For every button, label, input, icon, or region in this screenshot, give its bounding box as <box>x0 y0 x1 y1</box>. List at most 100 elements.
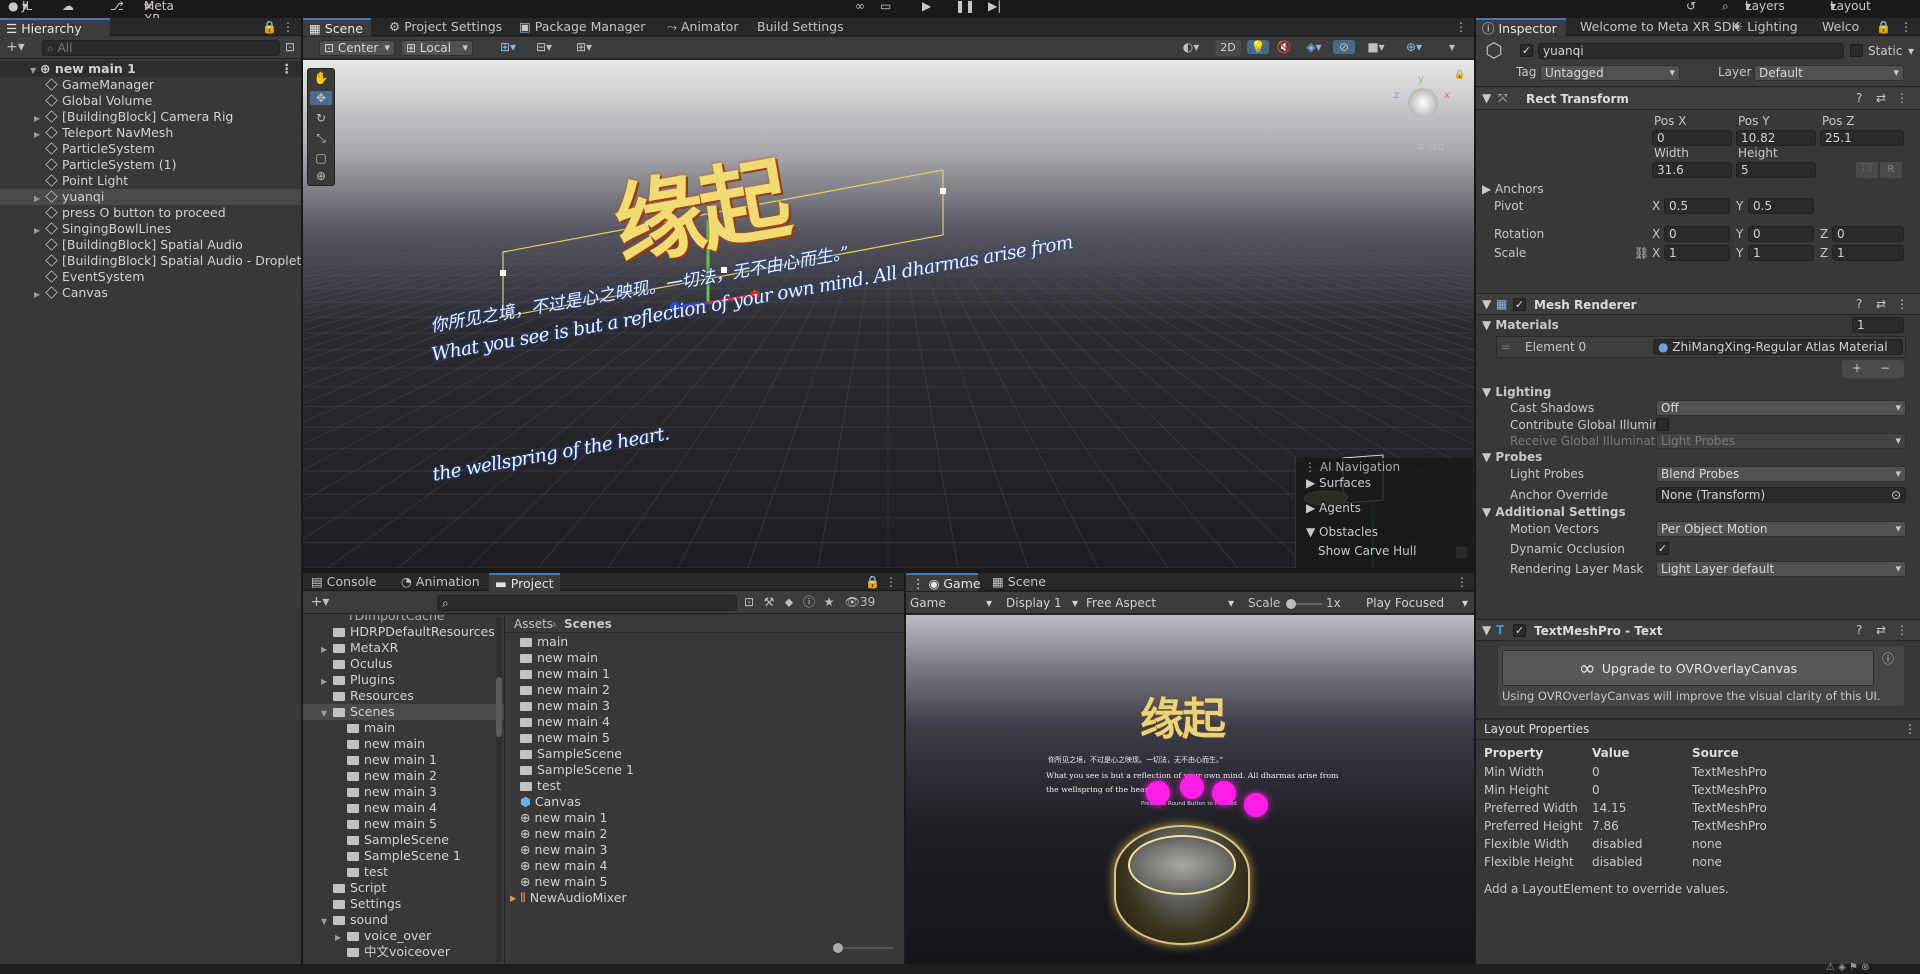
rotation-y-input[interactable]: 0 <box>1748 226 1814 242</box>
width-input[interactable]: 31.6 <box>1652 162 1732 178</box>
project-tree-item[interactable]: 中文voiceover <box>303 944 504 960</box>
play-icon[interactable]: ▶ <box>922 0 931 13</box>
rotation-z-input[interactable]: 0 <box>1832 226 1904 242</box>
project-file-item[interactable]: new main 4 <box>506 714 904 730</box>
ai-nav-agents[interactable]: ▶ Agents <box>1306 501 1361 516</box>
object-picker-icon[interactable]: ⊙ <box>1891 488 1901 502</box>
project-tree-item[interactable]: new main <box>303 736 504 752</box>
motion-vectors-dropdown[interactable]: Per Object Motion <box>1656 521 1906 537</box>
camera-icon[interactable]: ■▾ <box>1361 40 1391 54</box>
project-file-item[interactable]: SampleScene <box>506 746 904 762</box>
project-file-item[interactable]: new main <box>506 650 904 666</box>
project-file-item[interactable]: new main 5 <box>506 730 904 746</box>
tab-scene[interactable]: ▦ Scene <box>303 18 371 36</box>
project-tree-item[interactable]: main <box>303 720 504 736</box>
project-file-item[interactable]: main <box>506 634 904 650</box>
tree-scrollbar[interactable] <box>496 617 502 962</box>
project-file-item[interactable]: ⬢ Canvas <box>506 794 904 810</box>
hierarchy-item[interactable]: ▶ Canvas <box>0 285 301 301</box>
scale-tool-icon[interactable]: ⤡ <box>310 131 332 145</box>
materials-count-input[interactable]: 1 <box>1852 317 1904 333</box>
scale-z-input[interactable]: 1 <box>1832 245 1904 261</box>
create-icon[interactable]: +▾ <box>309 595 331 609</box>
presets-icon[interactable]: ⇄ <box>1876 297 1886 312</box>
move-tool-icon[interactable]: ✥ <box>310 91 332 105</box>
rect-tool-icon[interactable]: ▢ <box>310 151 332 165</box>
active-checkbox[interactable]: ✓ <box>1520 44 1533 57</box>
project-file-item[interactable]: ⊕ new main 4 <box>506 858 904 874</box>
cloud-icon[interactable]: ☁ <box>62 0 74 13</box>
history-icon[interactable]: ↺ <box>1686 0 1696 13</box>
round-button[interactable] <box>1128 835 1236 895</box>
expand-icon[interactable]: ▶ <box>34 287 44 303</box>
hierarchy-item[interactable]: Point Light <box>0 173 301 189</box>
pivot-y-input[interactable]: 0.5 <box>1748 198 1814 214</box>
version-control-icon[interactable]: ⎇ <box>110 0 124 13</box>
increment-snap-icon[interactable]: ⊟▾ <box>529 40 559 54</box>
meta-logo-icon[interactable]: ∞ <box>855 0 865 13</box>
tab-hierarchy[interactable]: ☰ Hierarchy <box>0 18 110 36</box>
scene-root-new-main-1[interactable]: ▼ ⊕ new main 1 ⋮ <box>0 61 301 77</box>
hierarchy-item[interactable]: press O button to proceed <box>0 205 301 221</box>
account-menu[interactable]: JL ▾ <box>22 0 32 13</box>
effects-icon[interactable]: ◈▾ <box>1299 40 1329 54</box>
toggle-2d-button[interactable]: 2D <box>1215 40 1241 56</box>
upgrade-ovr-button[interactable]: ∞ Upgrade to OVROverlayCanvas <box>1502 650 1874 686</box>
tab-build-settings[interactable]: Build Settings <box>751 18 850 36</box>
hierarchy-item[interactable]: [BuildingBlock] Spatial Audio - Droplet <box>0 253 301 269</box>
label-icon[interactable]: ⬥ <box>781 595 797 609</box>
project-tree-item[interactable]: Settings <box>303 896 504 912</box>
presets-icon[interactable]: ⇄ <box>1876 91 1886 106</box>
project-tree-item[interactable]: new main 1 <box>303 752 504 768</box>
hierarchy-item[interactable]: GameManager <box>0 77 301 93</box>
project-tree-item[interactable]: Script <box>303 880 504 896</box>
status-icons[interactable]: ⚠ ◈ ⚑ ⊗ <box>1826 962 1870 973</box>
height-input[interactable]: 5 <box>1736 162 1816 178</box>
project-search-input[interactable]: ⌕ <box>437 595 737 611</box>
space-dropdown[interactable]: ⊞ Local <box>401 40 473 56</box>
tree-scrollbar-thumb[interactable] <box>496 677 502 737</box>
hierarchy-item[interactable]: EventSystem <box>0 269 301 285</box>
step-icon[interactable]: ▶| <box>988 0 1001 13</box>
rect-transform-header[interactable]: ▼ ⤧ Rect Transform ? ⇄ ⋮ <box>1476 88 1920 110</box>
transform-tool-icon[interactable]: ⊕ <box>310 169 332 183</box>
tab-scene-2[interactable]: ▦ Scene <box>986 573 1052 591</box>
layout-menu[interactable]: Layout ▾ <box>1830 0 1871 13</box>
pos-y-input[interactable]: 10.82 <box>1736 130 1816 146</box>
project-file-item[interactable]: ⊕ new main 5 <box>506 874 904 890</box>
chevron-down-icon[interactable]: ▾ <box>1908 44 1914 59</box>
lighting-toggle-icon[interactable]: 💡 <box>1247 40 1269 54</box>
orientation-gizmo[interactable]: y z x ≡ Iso 🔒 <box>1388 68 1468 153</box>
gameobject-name-input[interactable]: yuanqi <box>1538 43 1844 59</box>
raw-edit-button[interactable]: R <box>1880 162 1902 178</box>
tab-game[interactable]: ⋮ ◉ Game <box>906 573 981 591</box>
meta-xr-tools-menu[interactable]: ∞ •Meta XR Tools ▾ <box>144 0 174 39</box>
tab-project[interactable]: ▬ Project <box>489 573 560 591</box>
material-field[interactable]: ● ZhiMangXing-Regular Atlas Material <box>1653 339 1903 355</box>
hierarchy-item[interactable]: ▶ Teleport NavMesh <box>0 125 301 141</box>
project-tree-item[interactable]: ▶ MetaXR <box>303 640 504 656</box>
lock-icon[interactable]: 🔒 <box>1454 70 1465 80</box>
favorite-icon[interactable]: ★ <box>821 595 837 609</box>
project-file-item[interactable]: ⊕ new main 2 <box>506 826 904 842</box>
project-tree-item[interactable]: new main 2 <box>303 768 504 784</box>
tab-lighting[interactable]: ☀ Lighting <box>1726 18 1804 36</box>
receive-gi-dropdown[interactable]: Light Probes <box>1656 433 1906 449</box>
more-icon[interactable]: ⋮ <box>1896 91 1908 106</box>
project-tree-item[interactable]: ▶ Plugins <box>303 672 504 688</box>
hand-tool-icon[interactable]: ✋ <box>310 71 332 85</box>
project-tree-item[interactable]: ▼ Scenes <box>303 704 504 720</box>
project-file-item[interactable]: new main 3 <box>506 698 904 714</box>
tab-console[interactable]: ▤ Console <box>305 573 382 591</box>
breadcrumb-assets[interactable]: Assets <box>514 617 553 632</box>
gizmos-icon[interactable]: ⊕▾ <box>1399 40 1429 54</box>
hierarchy-item[interactable]: ▶ yuanqi <box>0 189 301 205</box>
rotate-tool-icon[interactable]: ↻ <box>310 111 332 125</box>
scale-slider-thumb[interactable] <box>1286 599 1296 609</box>
anchor-override-field[interactable]: None (Transform) ⊙ <box>1656 487 1906 503</box>
hierarchy-search-input[interactable]: ⌕ All <box>42 40 280 56</box>
additional-settings-foldout[interactable]: ▼ Additional Settings <box>1482 505 1626 520</box>
rendering-layer-dropdown[interactable]: Light Layer default <box>1656 561 1906 577</box>
hierarchy-item[interactable]: ▶ SingingBowlLines <box>0 221 301 237</box>
project-tree-item[interactable]: SampleScene <box>303 832 504 848</box>
